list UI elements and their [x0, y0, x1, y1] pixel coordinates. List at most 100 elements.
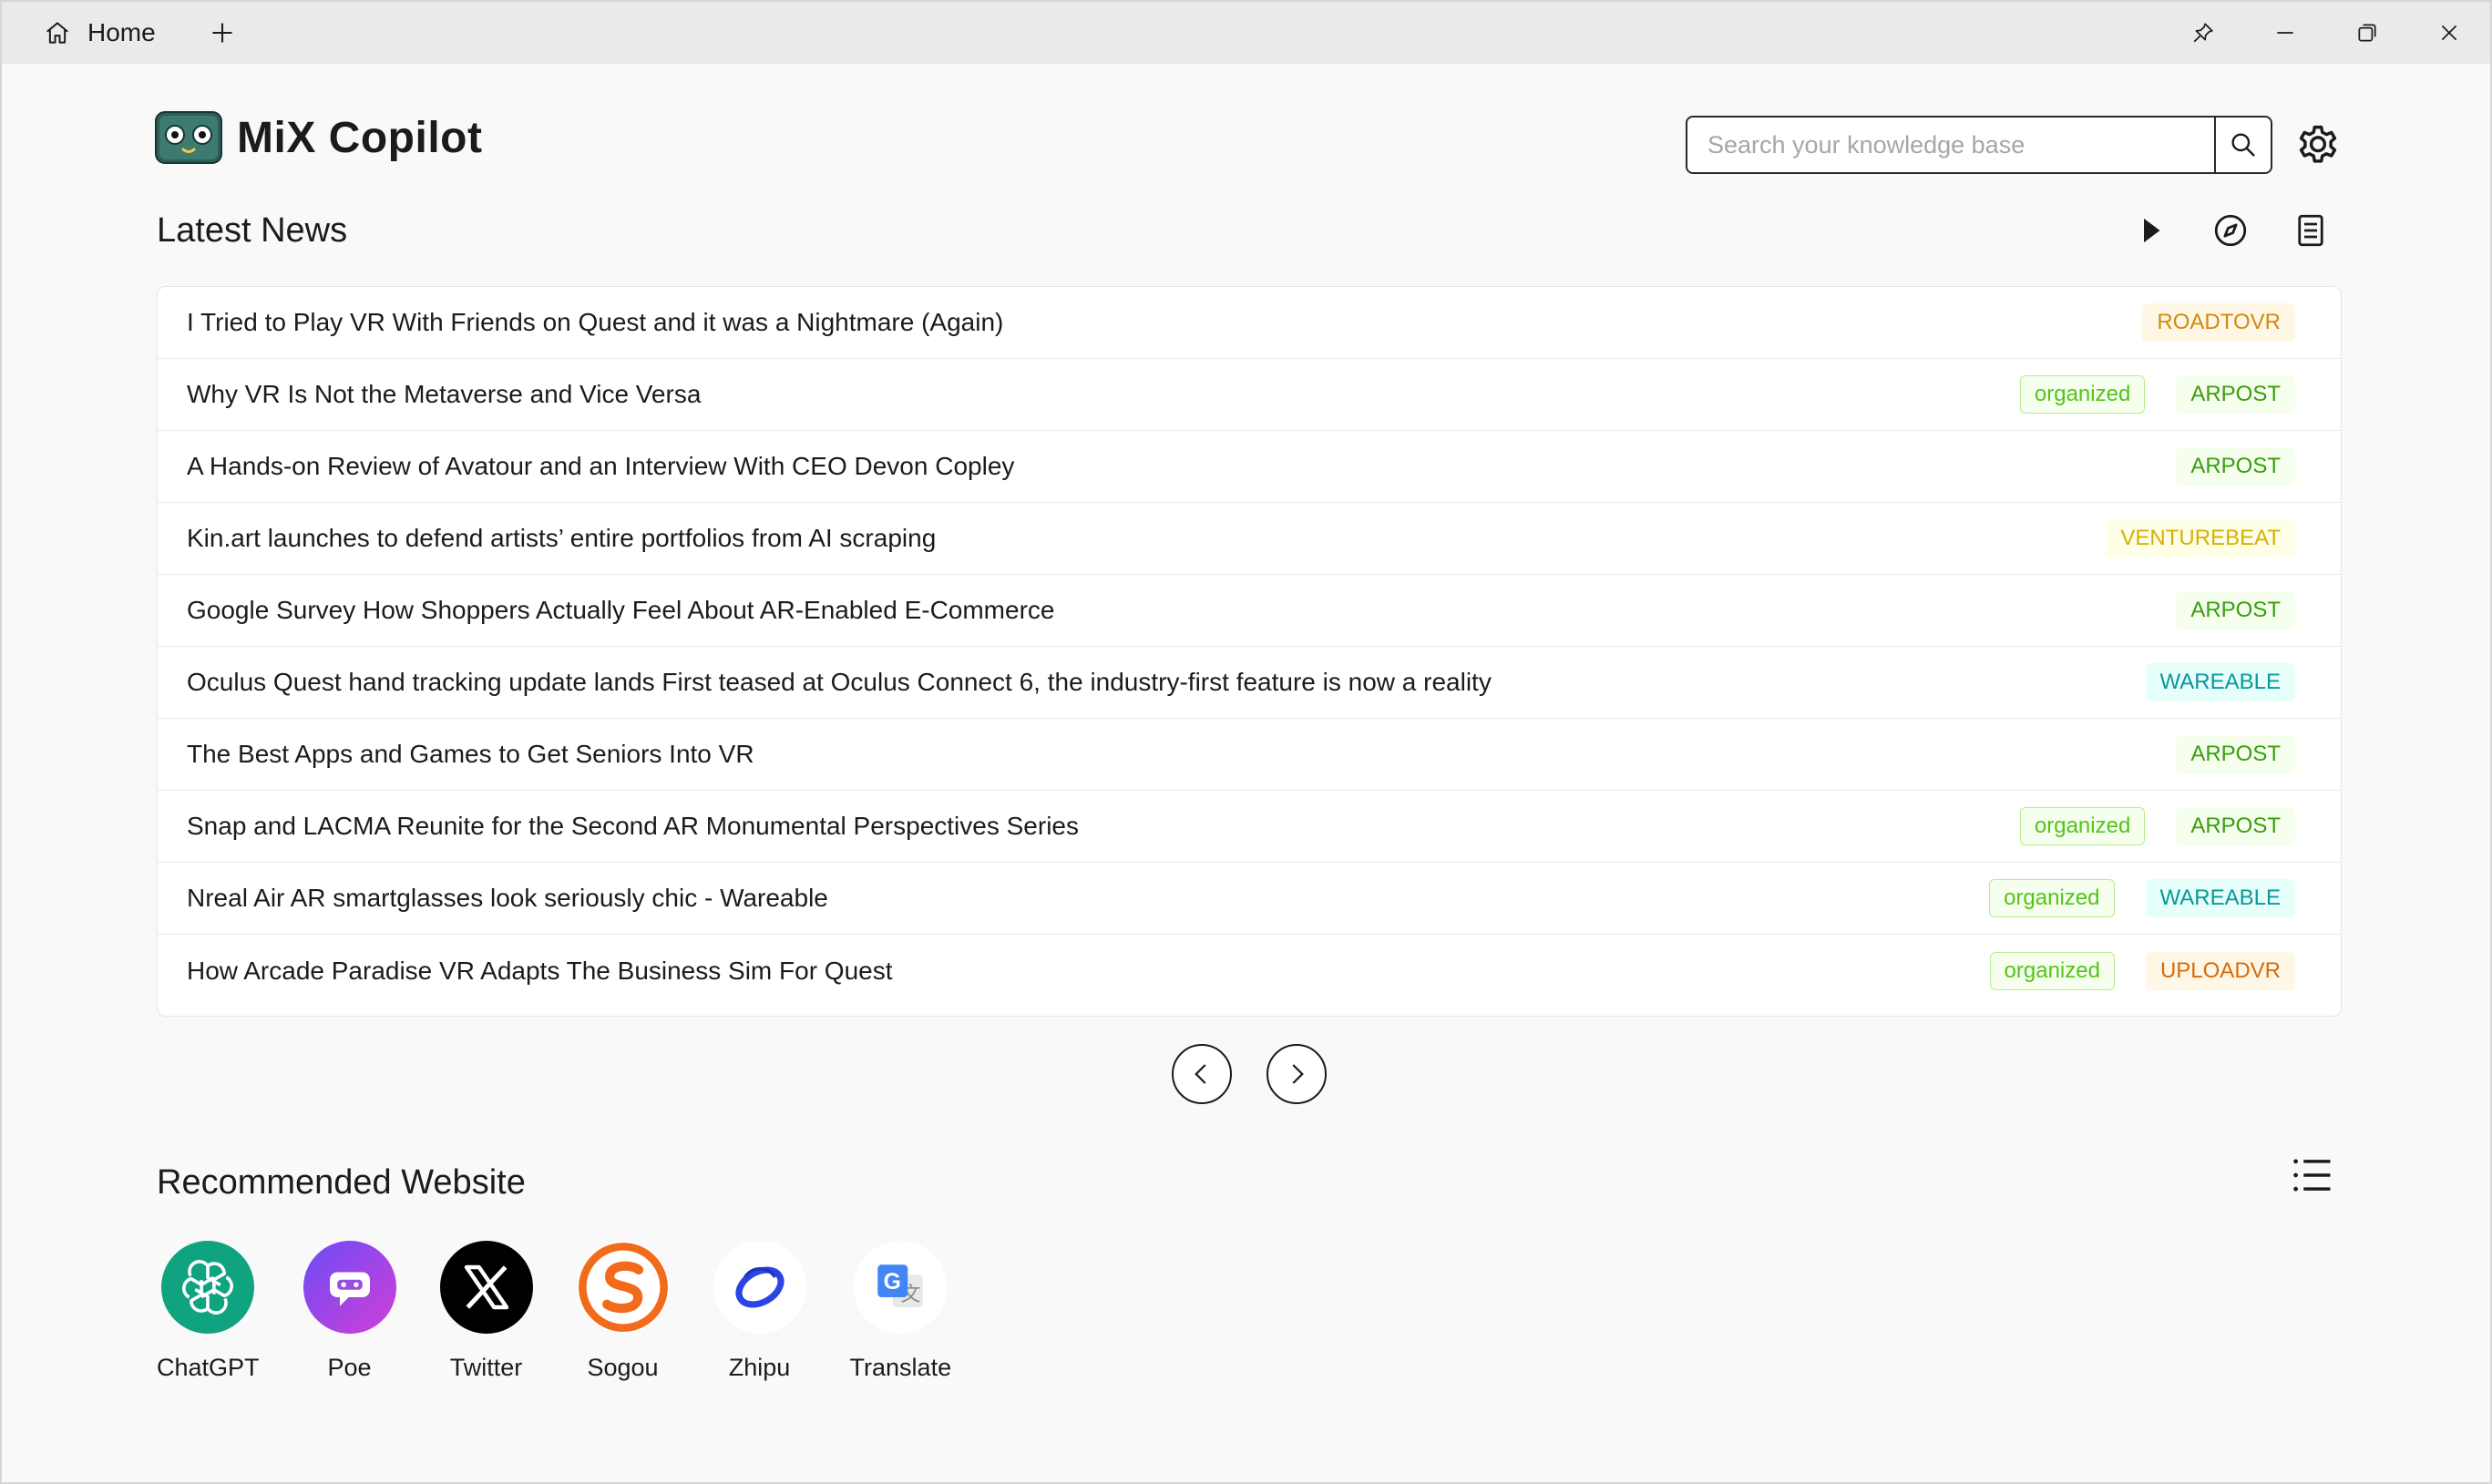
search-box — [1686, 116, 2272, 174]
news-title[interactable]: The Best Apps and Games to Get Seniors I… — [187, 740, 2145, 769]
minimize-button[interactable] — [2244, 2, 2326, 64]
source-tag: ARPOST — [2176, 375, 2295, 414]
news-item[interactable]: A Hands-on Review of Avatour and an Inte… — [158, 431, 2341, 503]
news-title[interactable]: Google Survey How Shoppers Actually Feel… — [187, 596, 2145, 625]
site-label: Zhipu — [728, 1354, 791, 1381]
source-tag: ARPOST — [2176, 447, 2295, 486]
settings-gear-icon[interactable] — [2294, 120, 2342, 168]
x-icon — [439, 1241, 533, 1334]
close-button[interactable] — [2408, 2, 2490, 64]
robot-face-logo — [155, 111, 222, 164]
news-title[interactable]: Kin.art launches to defend artists’ enti… — [187, 524, 2075, 553]
news-toolbar — [2093, 208, 2333, 253]
site-chatgpt[interactable]: ChatGPT — [157, 1241, 260, 1382]
news-tags: VENTUREBEAT — [2075, 519, 2295, 558]
recommended-sites: ChatGPT Poe Twitter Sogou Zhipu 文 G Tran… — [157, 1241, 995, 1382]
news-item[interactable]: How Arcade Paradise VR Adapts The Busine… — [158, 935, 2341, 1007]
poe-icon — [303, 1241, 396, 1334]
site-translate[interactable]: 文 G Translate — [849, 1241, 952, 1382]
site-sogou[interactable]: Sogou — [576, 1241, 670, 1382]
news-tags: ROADTOVR — [2111, 303, 2295, 342]
app-window: Home MiX Copilot Search your knowledge b… — [0, 0, 2492, 1484]
organized-tag: organized — [1989, 951, 2115, 990]
news-item[interactable]: I Tried to Play VR With Friends on Quest… — [158, 287, 2341, 359]
sogou-icon — [576, 1241, 670, 1334]
chatgpt-icon — [161, 1241, 255, 1334]
source-tag: ROADTOVR — [2142, 303, 2295, 342]
minimize-icon — [2277, 32, 2293, 34]
chevron-left-icon — [1195, 1064, 1206, 1084]
news-item[interactable]: Why VR Is Not the Metaverse and Vice Ver… — [158, 359, 2341, 431]
plus-icon — [212, 23, 232, 43]
recommended-website-heading: Recommended Website — [157, 1163, 526, 1202]
source-tag: WAREABLE — [2145, 663, 2295, 701]
news-item[interactable]: Snap and LACMA Reunite for the Second AR… — [158, 791, 2341, 863]
latest-news-heading: Latest News — [157, 211, 348, 250]
news-item[interactable]: Oculus Quest hand tracking update lands … — [158, 647, 2341, 719]
source-tag: ARPOST — [2176, 591, 2295, 629]
news-title[interactable]: Snap and LACMA Reunite for the Second AR… — [187, 812, 1989, 841]
news-tags: ARPOST — [2145, 735, 2295, 773]
site-zhipu[interactable]: Zhipu — [713, 1241, 806, 1382]
news-item[interactable]: Nreal Air AR smartglasses look seriously… — [158, 863, 2341, 935]
window-controls — [2162, 2, 2490, 64]
news-title[interactable]: Nreal Air AR smartglasses look seriously… — [187, 884, 1958, 913]
organized-tag: organized — [1989, 879, 2115, 917]
news-tags: organized ARPOST — [1989, 807, 2295, 845]
site-poe[interactable]: Poe — [303, 1241, 396, 1382]
site-label: Translate — [849, 1354, 952, 1381]
play-button[interactable] — [2128, 208, 2173, 253]
news-tags: organized ARPOST — [1989, 375, 2295, 414]
pin-icon — [2193, 23, 2213, 43]
site-label: Twitter — [449, 1354, 523, 1381]
news-pager — [1172, 1044, 1361, 1104]
search-button[interactable] — [2214, 118, 2271, 172]
list-icon[interactable] — [2289, 1151, 2336, 1199]
source-tag: WAREABLE — [2145, 879, 2295, 917]
search-icon — [2231, 133, 2255, 157]
close-icon — [2441, 25, 2457, 41]
app-logo: MiX Copilot — [155, 111, 482, 164]
chevron-right-icon — [1292, 1064, 1304, 1084]
news-tags: organized WAREABLE — [1958, 879, 2295, 917]
site-label: ChatGPT — [157, 1354, 260, 1381]
news-list: I Tried to Play VR With Friends on Quest… — [157, 286, 2342, 1017]
source-tag: UPLOADVR — [2145, 951, 2295, 990]
document-list-button[interactable] — [2288, 208, 2333, 253]
play-icon — [2144, 218, 2160, 243]
news-title[interactable]: Oculus Quest hand tracking update lands … — [187, 668, 2115, 697]
app-name: MiX Copilot — [237, 113, 483, 162]
news-tags: ARPOST — [2145, 447, 2295, 486]
next-page-button[interactable] — [1267, 1044, 1327, 1104]
tab-home-label: Home — [87, 18, 156, 46]
previous-page-button[interactable] — [1172, 1044, 1232, 1104]
news-title[interactable]: I Tried to Play VR With Friends on Quest… — [187, 308, 2111, 337]
pin-button[interactable] — [2162, 2, 2244, 64]
news-title[interactable]: How Arcade Paradise VR Adapts The Busine… — [187, 957, 1959, 986]
add-tab-button[interactable] — [207, 17, 238, 48]
home-icon — [46, 22, 68, 44]
source-tag: ARPOST — [2176, 807, 2295, 845]
title-bar: Home — [2, 2, 2490, 64]
source-tag: VENTUREBEAT — [2106, 519, 2295, 558]
tab-home[interactable]: Home — [44, 2, 156, 64]
site-label: Sogou — [587, 1354, 659, 1381]
news-item[interactable]: Kin.art launches to defend artists’ enti… — [158, 503, 2341, 575]
news-item[interactable]: Google Survey How Shoppers Actually Feel… — [158, 575, 2341, 647]
restore-button[interactable] — [2326, 2, 2408, 64]
organized-tag: organized — [2019, 807, 2146, 845]
svg-text:G: G — [884, 1270, 901, 1295]
news-title[interactable]: Why VR Is Not the Metaverse and Vice Ver… — [187, 380, 1989, 409]
source-tag: ARPOST — [2176, 735, 2295, 773]
news-item[interactable]: The Best Apps and Games to Get Seniors I… — [158, 719, 2341, 791]
site-twitter[interactable]: Twitter — [439, 1241, 533, 1382]
search-input[interactable] — [1687, 118, 2214, 172]
news-tags: ARPOST — [2145, 591, 2295, 629]
news-title[interactable]: A Hands-on Review of Avatour and an Inte… — [187, 452, 2145, 481]
restore-icon — [2358, 24, 2376, 42]
compass-button[interactable] — [2208, 208, 2253, 253]
news-tags: WAREABLE — [2115, 663, 2295, 701]
compass-icon — [2214, 214, 2247, 247]
site-label: Poe — [327, 1354, 372, 1381]
organized-tag: organized — [2019, 375, 2146, 414]
